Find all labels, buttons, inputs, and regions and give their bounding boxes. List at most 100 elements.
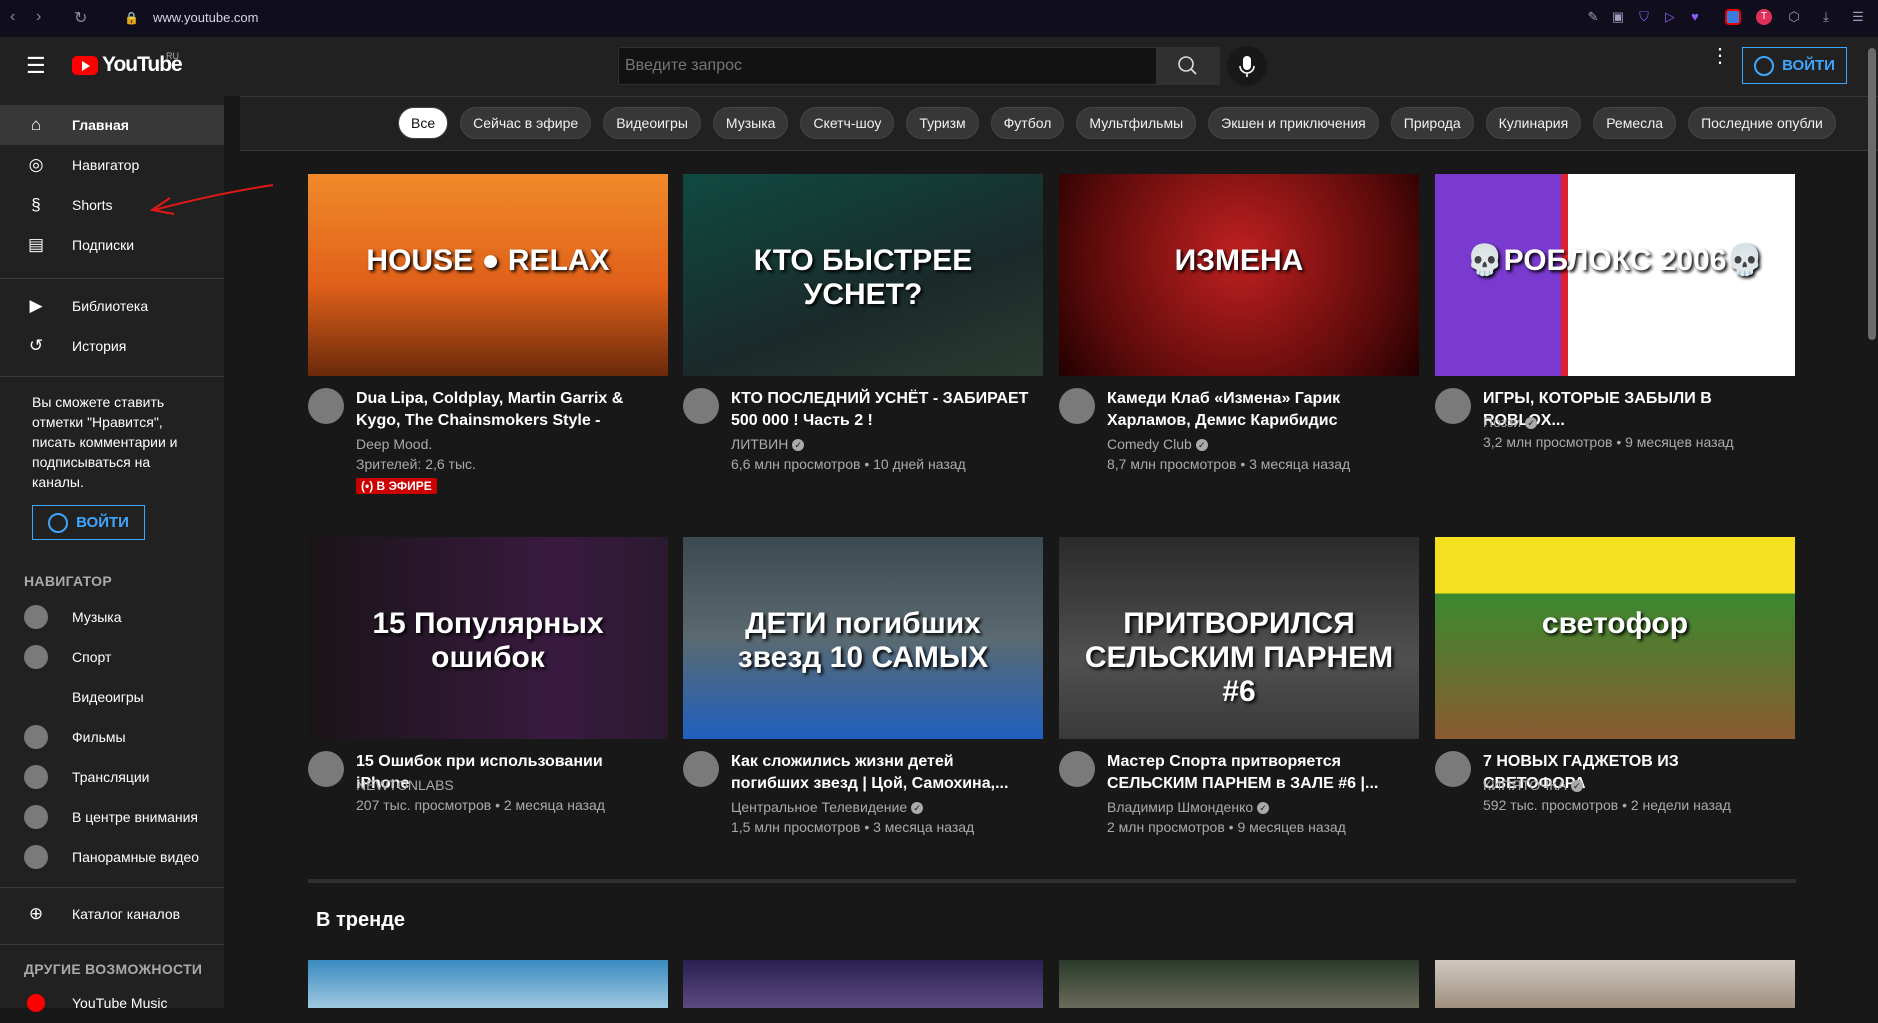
sidebar-item-subscriptions[interactable]: ▤ Подписки <box>0 225 224 265</box>
channel-name[interactable]: КИПЯТОЧКА ✓ <box>1483 775 1731 795</box>
heart-icon[interactable]: ♥ <box>1687 9 1703 25</box>
channel-name[interactable]: NEWTONLABS <box>356 775 605 795</box>
voice-search-button[interactable] <box>1227 46 1267 86</box>
chip[interactable]: Мультфильмы <box>1076 107 1197 139</box>
thumbnail-text: светофор <box>1541 607 1689 640</box>
thumbnail-text: ДЕТИ погибших звезд 10 САМЫХ <box>737 607 989 674</box>
video-card[interactable]: 💀РОБЛОКС 2006💀 ИГРЫ, КОТОРЫЕ ЗАБЫЛИ В RO… <box>1435 174 1795 486</box>
video-thumbnail[interactable]: светофор <box>1435 537 1795 739</box>
channel-avatar[interactable] <box>683 388 719 424</box>
channel-avatar[interactable] <box>308 751 344 787</box>
trending-thumbnail[interactable] <box>1435 960 1795 1008</box>
channel-name[interactable]: Поззи ✓ <box>1483 412 1734 432</box>
reload-icon[interactable]: ↻ <box>74 8 87 28</box>
sidebar-signin-button[interactable]: ВОЙТИ <box>32 505 145 540</box>
chip[interactable]: Природа <box>1390 107 1474 139</box>
address-bar[interactable]: www.youtube.com <box>153 10 259 25</box>
channel-name[interactable]: Comedy Club ✓ <box>1107 434 1350 454</box>
video-card[interactable]: HOUSE ● RELAX Dua Lipa, Coldplay, Martin… <box>308 174 668 494</box>
search-button[interactable] <box>1157 47 1220 85</box>
translate-icon[interactable] <box>1725 9 1741 25</box>
channel-avatar[interactable] <box>1435 751 1471 787</box>
video-title[interactable]: Камеди Клаб «Измена» Гарик Харламов, Дем… <box>1107 388 1407 432</box>
channel-avatar[interactable] <box>1059 751 1095 787</box>
extension-icon[interactable]: T <box>1756 9 1772 25</box>
cube-icon[interactable]: ⬡ <box>1786 9 1802 25</box>
camera-icon[interactable]: ▣ <box>1610 9 1626 25</box>
trending-thumbnail[interactable] <box>683 960 1043 1008</box>
sidebar-item-label: Навигатор <box>72 157 140 173</box>
chip[interactable]: Футбол <box>990 107 1065 139</box>
chip[interactable]: Кулинария <box>1485 107 1582 139</box>
video-title[interactable]: Мастер Спорта притворяется СЕЛЬСКИМ ПАРН… <box>1107 751 1407 795</box>
sidebar-item-history[interactable]: ↺ История <box>0 326 224 366</box>
channel-name[interactable]: Владимир Шмонденко ✓ <box>1107 797 1346 817</box>
sidebar-item-home[interactable]: ⌂ Главная <box>0 105 224 145</box>
sidebar-item-live[interactable]: Трансляции <box>0 757 224 797</box>
sidebar-item-label: Видеоигры <box>72 689 144 705</box>
search-input[interactable] <box>618 47 1157 85</box>
sidebar-item-catalog[interactable]: ⊕ Каталог каналов <box>0 894 224 934</box>
channel-avatar[interactable] <box>1435 388 1471 424</box>
chip[interactable]: Ремесла <box>1593 107 1677 139</box>
video-info: 207 тыс. просмотров • 2 месяца назад <box>356 797 605 813</box>
video-title[interactable]: Dua Lipa, Coldplay, Martin Garrix & Kygo… <box>356 388 656 432</box>
youtube-logo-icon[interactable] <box>72 56 98 75</box>
red-arrow-annotation <box>149 184 274 215</box>
forward-icon[interactable]: › <box>36 8 41 26</box>
sidebar-item-360[interactable]: Панорамные видео <box>0 837 224 877</box>
video-title[interactable]: КТО ПОСЛЕДНИЙ УСНЁТ - ЗАБИРАЕТ 500 000 !… <box>731 388 1031 432</box>
trending-thumbnail[interactable] <box>308 960 668 1008</box>
sidebar-item-label: Библиотека <box>72 298 149 314</box>
channel-name[interactable]: Центральное Телевидение ✓ <box>731 797 974 817</box>
signin-button[interactable]: ВОЙТИ <box>1742 47 1847 84</box>
sidebar-item-spotlight[interactable]: В центре внимания <box>0 797 224 837</box>
sidebar-item-youtube-music[interactable]: YouTube Music <box>0 983 224 1023</box>
download-icon[interactable]: ⤓ <box>1818 9 1834 25</box>
chip[interactable]: Экшен и приключения <box>1208 107 1379 139</box>
edit-icon[interactable]: ✎ <box>1585 9 1601 25</box>
video-card[interactable]: ДЕТИ погибших звезд 10 САМЫХ Как сложили… <box>683 537 1043 849</box>
sidebar-item-music[interactable]: Музыка <box>0 597 224 637</box>
video-thumbnail[interactable]: ПРИТВОРИЛСЯ СЕЛЬСКИМ ПАРНЕМ #6 <box>1059 537 1419 739</box>
back-icon[interactable]: ‹ <box>10 8 15 26</box>
video-card[interactable]: светофор 7 НОВЫХ ГАДЖЕТОВ ИЗ СВЕТОФОРА К… <box>1435 537 1795 849</box>
divider <box>0 887 224 888</box>
sidebar-item-movies[interactable]: Фильмы <box>0 717 224 757</box>
chip[interactable]: Последние опубли <box>1688 107 1836 139</box>
video-card[interactable]: 15 Популярных ошибок 15 Ошибок при испол… <box>308 537 668 849</box>
channel-name[interactable]: Deep Mood. <box>356 434 476 454</box>
chip[interactable]: Сейчас в эфире <box>460 107 592 139</box>
trending-thumbnail[interactable] <box>1059 960 1419 1008</box>
more-options-icon[interactable]: ⋮ <box>1710 46 1730 66</box>
send-icon[interactable]: ▷ <box>1662 9 1678 25</box>
chip[interactable]: Видеоигры <box>603 107 701 139</box>
channel-avatar[interactable] <box>1059 388 1095 424</box>
sidebar-item-library[interactable]: ▶ Библиотека <box>0 286 224 326</box>
chip[interactable]: Музыка <box>712 107 789 139</box>
chip[interactable]: Скетч-шоу <box>800 107 895 139</box>
category-icon <box>24 765 48 789</box>
channel-avatar[interactable] <box>683 751 719 787</box>
settings-icon[interactable]: ☰ <box>1850 9 1866 25</box>
video-card[interactable]: ПРИТВОРИЛСЯ СЕЛЬСКИМ ПАРНЕМ #6 Мастер Сп… <box>1059 537 1419 849</box>
channel-name[interactable]: ЛИТВИН ✓ <box>731 434 966 454</box>
video-card[interactable]: КТО БЫСТРЕЕ УСНЕТ? КТО ПОСЛЕДНИЙ УСНЁТ -… <box>683 174 1043 486</box>
video-thumbnail[interactable]: 💀РОБЛОКС 2006💀 <box>1435 174 1795 376</box>
channel-avatar[interactable] <box>308 388 344 424</box>
shield-icon[interactable]: ⛉ <box>1636 9 1652 25</box>
region-label: RU <box>166 51 179 61</box>
scrollbar-thumb[interactable] <box>1868 48 1876 340</box>
sidebar-item-games[interactable]: Видеоигры <box>0 677 224 717</box>
menu-icon[interactable]: ☰ <box>26 53 46 79</box>
chip[interactable]: Туризм <box>906 107 979 139</box>
chip[interactable]: Все <box>398 107 449 139</box>
video-thumbnail[interactable]: HOUSE ● RELAX <box>308 174 668 376</box>
sidebar-item-sport[interactable]: Спорт <box>0 637 224 677</box>
video-card[interactable]: ИЗМЕНА Камеди Клаб «Измена» Гарик Харлам… <box>1059 174 1419 486</box>
video-thumbnail[interactable]: 15 Популярных ошибок <box>308 537 668 739</box>
video-title[interactable]: Как сложились жизни детей погибших звезд… <box>731 751 1031 795</box>
video-thumbnail[interactable]: КТО БЫСТРЕЕ УСНЕТ? <box>683 174 1043 376</box>
video-thumbnail[interactable]: ИЗМЕНА <box>1059 174 1419 376</box>
video-thumbnail[interactable]: ДЕТИ погибших звезд 10 САМЫХ <box>683 537 1043 739</box>
